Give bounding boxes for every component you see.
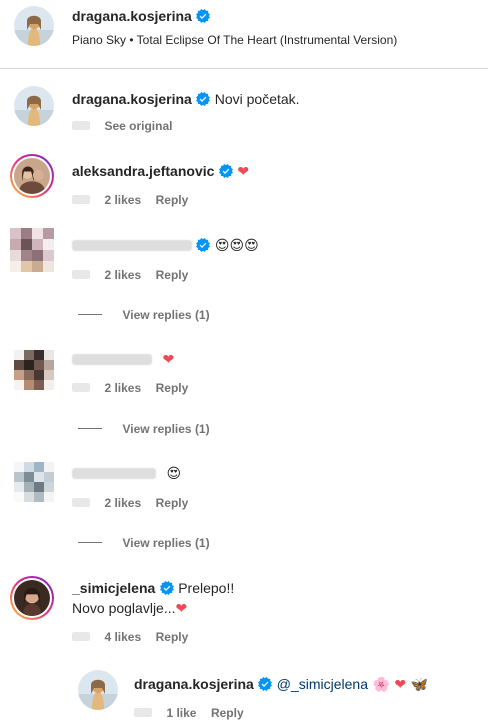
heart-eyes-emoji: 😍😍😍 [214,238,259,254]
likes-count[interactable]: 2 likes [104,268,141,282]
comment-meta: 2 likes Reply [72,191,188,209]
verified-icon [196,9,210,23]
comment-meta: See original [72,117,172,135]
redacted-timestamp [72,121,90,131]
reply-row: dragana.kosjerina @_simicjelena 🌸 ❤ 🦋 [134,676,428,694]
comment-username[interactable]: aleksandra.jeftanovic [72,163,214,179]
comment-text: Novo poglavlje... [72,600,176,616]
butterfly-emoji: 🦋 [410,677,428,693]
verified-icon [258,677,272,691]
verified-icon [196,238,210,252]
redacted-username[interactable] [72,240,192,252]
avatar[interactable] [10,154,54,198]
avatar-image [14,158,50,194]
divider-line [78,542,102,544]
verified-icon [160,581,174,595]
likes-count[interactable]: 1 like [166,706,196,720]
divider-line [78,314,102,316]
redacted-timestamp [72,195,90,205]
avatar-image [14,580,50,616]
likes-count[interactable]: 2 likes [104,496,141,510]
comment-text: Novi početak. [214,91,300,107]
comment-username[interactable]: _simicjelena [72,580,155,596]
view-replies-label: View replies (1) [122,536,210,550]
comment-meta: 2 likes Reply [72,266,188,284]
redacted-timestamp [134,708,152,718]
avatar[interactable] [14,86,54,126]
caption-header: dragana.kosjerina [72,8,210,26]
likes-count[interactable]: 4 likes [104,630,141,644]
likes-count[interactable]: 2 likes [104,193,141,207]
avatar[interactable] [10,576,54,620]
redacted-timestamp [72,270,90,280]
comment-text-line: Novo poglavlje...❤ [72,600,187,618]
story-ring [12,578,52,618]
avatar[interactable] [78,670,118,710]
avatar[interactable] [14,6,54,46]
view-replies-button[interactable]: View replies (1) [78,420,210,438]
redacted-username[interactable] [72,468,156,480]
comment-row: 😍😍😍 [72,237,259,255]
reply-username[interactable]: dragana.kosjerina [134,676,254,692]
comment-meta: 4 likes Reply [72,628,188,646]
heart-emoji: ❤ [394,677,407,693]
reply-button[interactable]: Reply [156,193,189,207]
view-replies-button[interactable]: View replies (1) [78,534,210,552]
avatar-image [14,86,54,126]
view-replies-label: View replies (1) [122,422,210,436]
flower-emoji: 🌸 [372,677,390,693]
comment-row: aleksandra.jeftanovic ❤ [72,163,249,181]
reply-button[interactable]: Reply [156,381,189,395]
likes-count[interactable]: 2 likes [104,381,141,395]
divider [0,68,488,69]
comment-row: dragana.kosjerina Novi početak. [72,91,300,109]
redacted-timestamp [72,383,90,393]
audio-track[interactable]: Piano Sky • Total Eclipse Of The Heart (… [72,33,397,47]
heart-emoji: ❤ [175,601,188,617]
reply-button[interactable]: Reply [211,706,244,720]
redacted-timestamp [72,632,90,642]
comment-text: Prelepo!! [178,580,235,596]
comment-meta: 2 likes Reply [72,379,188,397]
view-replies-label: View replies (1) [122,308,210,322]
avatar[interactable] [14,462,54,502]
avatar[interactable] [10,228,54,272]
view-replies-button[interactable]: View replies (1) [78,306,210,324]
divider-line [78,428,102,430]
reply-button[interactable]: Reply [156,630,189,644]
avatar-image [78,670,118,710]
redacted-timestamp [72,498,90,508]
comment-meta: 2 likes Reply [72,494,188,512]
verified-icon [196,92,210,106]
avatar[interactable] [14,350,54,390]
redacted-username[interactable] [72,354,152,366]
see-original-link[interactable]: See original [104,119,172,133]
reply-meta: 1 like Reply [134,704,244,722]
heart-eyes-emoji: 😍 [166,466,182,482]
comment-row: _simicjelena Prelepo!! [72,580,234,598]
reply-button[interactable]: Reply [156,268,189,282]
comment-row: 😍 [72,465,181,483]
comment-row: ❤ [72,351,174,369]
heart-emoji: ❤ [237,164,250,180]
story-ring [12,156,52,196]
verified-icon [219,164,233,178]
reply-button[interactable]: Reply [156,496,189,510]
comment-username[interactable]: dragana.kosjerina [72,91,192,107]
caption-username[interactable]: dragana.kosjerina [72,8,192,24]
heart-emoji: ❤ [162,352,175,368]
mention-link[interactable]: @_simicjelena [277,676,368,692]
avatar-image [14,6,54,46]
